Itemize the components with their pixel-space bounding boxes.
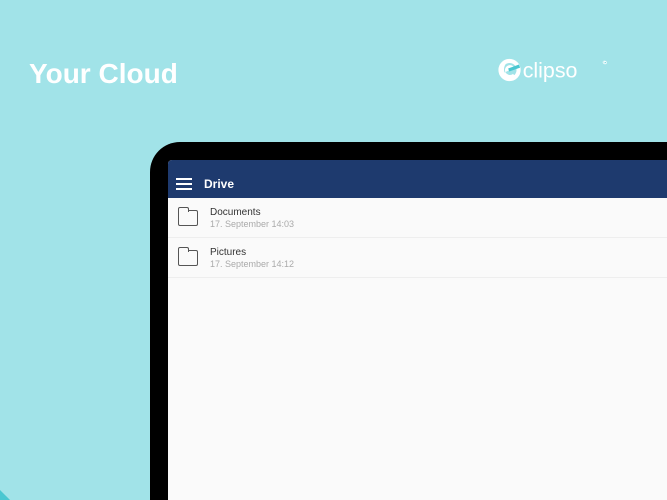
app-bar-title: Drive (204, 177, 234, 191)
folder-icon (178, 250, 198, 266)
menu-icon[interactable] (176, 178, 192, 190)
device-bezel: Drive Documents 17. September 14:03 Pict… (164, 156, 667, 500)
promo-stage: Your Cloud clipso ® (0, 0, 667, 500)
list-item-title: Documents (210, 207, 294, 218)
drive-list: Documents 17. September 14:03 Pictures 1… (168, 198, 667, 500)
list-item[interactable]: Documents 17. September 14:03 (168, 198, 667, 238)
list-item[interactable]: Pictures 17. September 14:12 (168, 238, 667, 278)
list-item-text: Pictures 17. September 14:12 (210, 247, 294, 269)
device-screen: Drive Documents 17. September 14:03 Pict… (168, 160, 667, 500)
device-frame: Drive Documents 17. September 14:03 Pict… (150, 142, 667, 500)
brand-logo: clipso ® (498, 55, 638, 85)
svg-text:clipso: clipso (523, 58, 578, 82)
list-item-subtitle: 17. September 14:12 (210, 259, 294, 269)
eclipso-wordmark-icon: clipso ® (498, 56, 638, 84)
app-bar: Drive (168, 170, 667, 198)
folder-icon (178, 210, 198, 226)
list-item-text: Documents 17. September 14:03 (210, 207, 294, 229)
status-bar (168, 160, 667, 170)
hero-title: Your Cloud (29, 58, 178, 90)
svg-text:®: ® (603, 59, 607, 66)
list-item-subtitle: 17. September 14:03 (210, 219, 294, 229)
list-item-title: Pictures (210, 247, 294, 258)
